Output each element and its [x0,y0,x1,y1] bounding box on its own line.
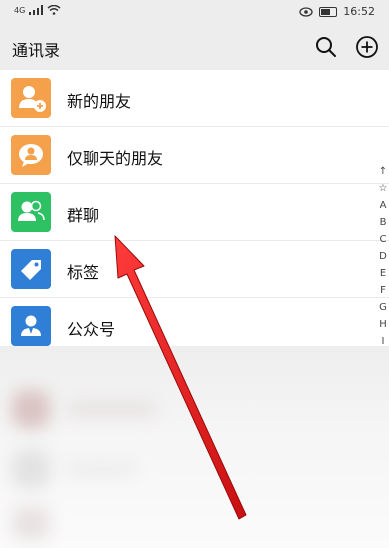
menu-item-label: 标签 [67,263,100,282]
index-letter[interactable]: ☆ [376,180,389,197]
header: 通讯录 [0,24,389,70]
menu-item-tags[interactable]: 标签 [0,241,389,298]
menu-item-chat-only-friends[interactable]: 仅聊天的朋友 [0,127,389,184]
index-letter[interactable]: B [376,214,389,231]
page-title: 通讯录 [12,41,61,60]
status-left: 4G [14,5,61,15]
network-label: 4G [14,5,26,15]
index-letter[interactable]: E [376,265,389,282]
menu-item-label: 群聊 [67,206,100,225]
status-time: 16:52 [343,5,375,18]
index-letter[interactable]: A [376,197,389,214]
status-bar: 4G 16:52 [0,0,389,24]
blurred-text [66,462,136,476]
menu-item-group-chats[interactable]: 群聊 [0,184,389,241]
blurred-avatar [12,450,50,488]
index-letter[interactable]: ↑ [376,163,389,180]
index-letter[interactable]: D [376,248,389,265]
blurred-avatar [12,506,50,540]
wifi-icon [47,5,61,15]
battery-icon [319,6,338,17]
chat-person-icon [11,135,51,175]
official-account-icon [11,306,51,346]
plus-circle-icon[interactable] [355,35,379,59]
alphabet-index-bar[interactable]: ↑ ☆ A B C D E F G H I [376,163,389,350]
search-icon[interactable] [314,35,338,59]
group-icon [11,192,51,232]
menu-item-new-friends[interactable]: 新的朋友 [0,70,389,127]
menu-item-label: 公众号 [67,320,116,339]
menu-item-label: 新的朋友 [67,92,132,111]
tag-icon [11,249,51,289]
contacts-menu-list: 新的朋友 仅聊天的朋友 群聊 标签 公众号 [0,70,389,354]
blurred-avatar [12,390,50,428]
index-letter[interactable]: C [376,231,389,248]
signal-icon [29,5,44,15]
index-letter[interactable]: G [376,299,389,316]
status-right: 16:52 [299,5,375,18]
add-person-icon [11,78,51,118]
index-letter[interactable]: F [376,282,389,299]
menu-item-label: 仅聊天的朋友 [67,149,164,168]
blurred-contact-list [0,346,389,548]
index-letter[interactable]: H [376,316,389,333]
blurred-text [66,402,156,416]
eye-icon [299,6,313,17]
